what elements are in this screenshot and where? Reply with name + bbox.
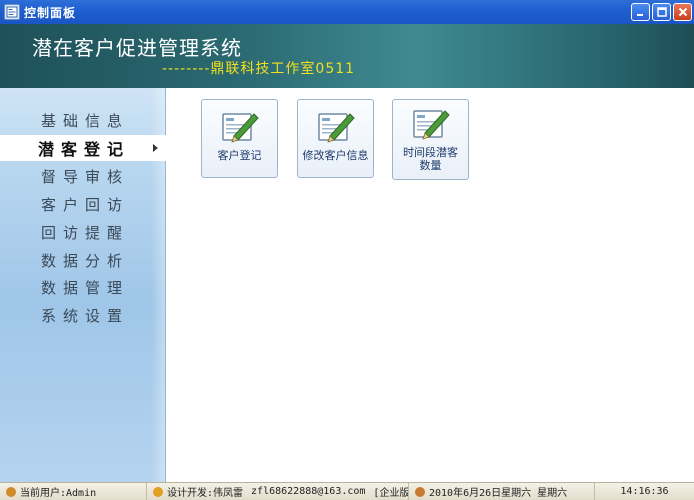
- sidebar-item-data-management[interactable]: 数据管理: [0, 274, 166, 300]
- sidebar-item-system-settings[interactable]: 系统设置: [0, 302, 166, 328]
- tile-customer-registration[interactable]: 客户登记: [201, 99, 278, 178]
- tile-label: 修改客户信息: [302, 149, 369, 162]
- sidebar-item-label: 系统设置: [41, 306, 130, 325]
- status-time-text: 14:16:36: [620, 486, 669, 497]
- sidebar-item-label: 督导审核: [41, 167, 130, 186]
- status-user-text: 当前用户:Admin: [20, 488, 97, 499]
- status-email: zfl68622888@163.com: [251, 486, 366, 497]
- close-icon: [678, 7, 687, 17]
- app-icon: [4, 4, 20, 20]
- header-banner: 潜在客户促进管理系统 --------鼎联科技工作室0511: [0, 24, 694, 88]
- sidebar-item-label: 数据分析: [41, 251, 130, 270]
- form-pen-icon: [412, 110, 450, 140]
- info-icon: [153, 486, 163, 497]
- status-current-user: 当前用户:Admin: [0, 483, 147, 500]
- sidebar-item-data-analysis[interactable]: 数据分析: [0, 247, 166, 273]
- status-date-text: 2010年6月26日星期六 星期六: [429, 488, 568, 499]
- window-title: 控制面板: [24, 5, 77, 20]
- sidebar-item-basic-info[interactable]: 基础信息: [0, 107, 166, 133]
- sidebar-item-label: 客户回访: [41, 195, 130, 214]
- main-panel: 客户登记 修改客户信息 时间段潜客数量: [167, 88, 694, 482]
- sidebar-item-prospect-registration[interactable]: 潜客登记: [0, 135, 168, 161]
- status-developer: 设计开发:伟凤雷 zfl68622888@163.com [企业版]: [147, 483, 409, 500]
- tile-edit-customer-info[interactable]: 修改客户信息: [297, 99, 374, 178]
- app-title: 潜在客户促进管理系统: [32, 36, 242, 60]
- user-icon: [6, 486, 16, 497]
- sidebar-item-label: 潜客登记: [38, 140, 131, 159]
- sidebar-item-label: 回访提醒: [41, 223, 130, 242]
- sidebar-item-customer-followup[interactable]: 客户回访: [0, 191, 166, 217]
- form-pen-icon: [317, 113, 355, 143]
- maximize-button[interactable]: [652, 3, 671, 21]
- clock-icon: [415, 486, 425, 497]
- app-subtitle: --------鼎联科技工作室0511: [162, 61, 356, 77]
- sidebar-item-label: 数据管理: [41, 278, 130, 297]
- tile-label: 时间段潜客数量: [403, 146, 458, 172]
- tile-label: 客户登记: [217, 149, 262, 162]
- status-developer-text: 设计开发:伟凤雷: [167, 488, 244, 499]
- minimize-button[interactable]: [631, 3, 650, 21]
- window-titlebar[interactable]: 控制面板: [0, 0, 694, 24]
- form-pen-icon: [221, 113, 259, 143]
- sidebar-nav: 基础信息 潜客登记 督导审核 客户回访 回访提醒 数据分析 数据管理 系统设置: [0, 88, 168, 482]
- status-bar: 当前用户:Admin 设计开发:伟凤雷 zfl68622888@163.com …: [0, 482, 694, 500]
- chevron-right-icon: [153, 144, 158, 152]
- maximize-icon: [656, 7, 667, 17]
- window-controls: [631, 3, 692, 21]
- sidebar-item-supervision-review[interactable]: 督导审核: [0, 163, 166, 189]
- sidebar-item-label: 基础信息: [41, 111, 130, 130]
- status-time: 14:16:36: [595, 483, 694, 500]
- close-button[interactable]: [673, 3, 692, 21]
- sidebar-item-followup-reminder[interactable]: 回访提醒: [0, 219, 166, 245]
- status-edition: [企业版]: [373, 488, 409, 499]
- minimize-icon: [636, 14, 643, 16]
- status-date: 2010年6月26日星期六 星期六: [409, 483, 595, 500]
- tile-prospects-by-period[interactable]: 时间段潜客数量: [392, 99, 469, 180]
